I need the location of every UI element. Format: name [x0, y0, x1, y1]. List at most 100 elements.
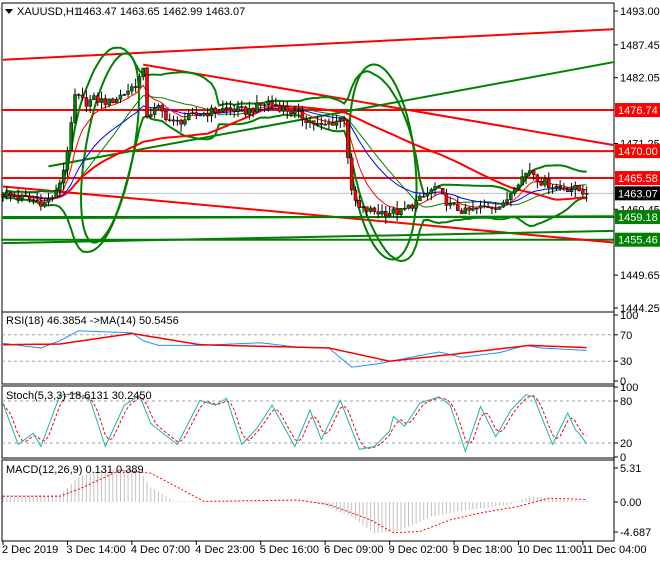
candle-body — [388, 213, 391, 216]
candle-body — [369, 208, 372, 212]
candle-body — [384, 211, 387, 216]
candle-body — [153, 108, 156, 114]
candle-body — [282, 107, 285, 112]
candle-body — [146, 68, 149, 117]
level-tag-label: 1476.74 — [618, 105, 658, 117]
candle-body — [453, 203, 456, 204]
time-tick-label: 5 Dec 16:00 — [260, 544, 319, 556]
candle-body — [5, 193, 8, 197]
candle-body — [183, 120, 186, 124]
candle-body — [297, 111, 300, 112]
candle-body — [460, 211, 463, 214]
axis-tick-label: 30 — [620, 356, 632, 368]
candle-body — [494, 209, 497, 210]
candle-body — [570, 190, 573, 192]
candle-body — [362, 207, 365, 208]
candle-body — [74, 95, 77, 123]
candle-body — [434, 187, 437, 190]
axis-tick-label: 100 — [620, 382, 638, 394]
candle-body — [502, 203, 505, 207]
candle-body — [418, 196, 421, 201]
candle-body — [547, 179, 550, 188]
level-tag-label: 1459.18 — [618, 212, 658, 224]
candle-body — [308, 121, 311, 123]
candle-body — [335, 121, 338, 125]
chart-header: XAUUSD,H1 1463.47 1463.65 1462.99 1463.0… — [5, 6, 245, 18]
time-tick-label: 4 Dec 07:00 — [131, 544, 190, 556]
candle-body — [536, 175, 539, 181]
candle-body — [244, 107, 247, 115]
candle-body — [479, 206, 482, 208]
candle-body — [422, 196, 425, 197]
candle-body — [346, 120, 349, 157]
candle-body — [324, 124, 327, 125]
candle-body — [70, 123, 73, 151]
candle-body — [316, 123, 319, 124]
candle-body — [24, 195, 27, 196]
candle-body — [36, 200, 39, 201]
candle-body — [490, 208, 493, 209]
candle-body — [468, 208, 471, 210]
candle-body — [267, 102, 270, 105]
candle-body — [58, 183, 61, 191]
candle-body — [373, 208, 376, 212]
candle-body — [301, 111, 304, 119]
candle-body — [229, 108, 232, 109]
candle-body — [343, 118, 346, 120]
candle-body — [415, 201, 418, 209]
candle-body — [161, 105, 164, 111]
candle-body — [365, 207, 368, 212]
candle-body — [111, 99, 114, 103]
candle-body — [32, 200, 35, 201]
rsi-label: RSI(18) 46.3854 ->MA(14) 50.5456 — [6, 315, 179, 327]
candle-body — [66, 150, 69, 170]
candle-body — [506, 200, 509, 203]
trading-chart[interactable]: 1493.001487.451482.051471.251460.451449.… — [0, 0, 660, 560]
time-tick-label: 11 Dec 04:00 — [582, 544, 647, 556]
candle-body — [176, 120, 179, 121]
candle-body — [236, 107, 239, 112]
candle-body — [28, 197, 31, 200]
candle-body — [233, 109, 236, 112]
candle-body — [218, 111, 221, 112]
candle-body — [286, 107, 289, 112]
candle-body — [255, 103, 258, 112]
candle-body — [55, 191, 58, 198]
time-tick-label: 9 Dec 02:00 — [389, 544, 448, 556]
candle-body — [202, 113, 205, 115]
time-axis: 2 Dec 20193 Dec 14:004 Dec 07:004 Dec 23… — [2, 541, 646, 556]
candle-body — [430, 190, 433, 194]
candle-body — [566, 189, 569, 191]
candle-body — [108, 99, 111, 105]
axis-tick-label: 80 — [620, 396, 632, 408]
stoch-label: Stoch(5,3,3) 18.6131 30.2450 — [6, 390, 152, 402]
candle-body — [47, 199, 50, 202]
candle-body — [43, 202, 46, 206]
candle-body — [119, 95, 122, 99]
candle-body — [562, 188, 565, 190]
candle-body — [525, 173, 528, 177]
candle-body — [551, 188, 554, 189]
candle-body — [358, 200, 361, 207]
candle-body — [411, 205, 414, 208]
candle-body — [540, 181, 543, 185]
candle-body — [115, 99, 118, 103]
candle-body — [221, 108, 224, 111]
candle-body — [487, 206, 490, 207]
axis-tick-label: -4.687 — [620, 527, 651, 539]
candle-body — [305, 119, 308, 122]
candle-body — [252, 108, 255, 112]
candle-body — [39, 201, 42, 206]
time-tick-label: 10 Dec 11:00 — [517, 544, 582, 556]
candle-body — [104, 99, 107, 105]
candle-body — [100, 99, 103, 103]
candle-body — [142, 68, 145, 77]
candle-body — [445, 193, 448, 205]
chart-background — [0, 0, 660, 560]
candle-body — [187, 113, 190, 119]
candle-body — [271, 102, 274, 105]
candle-body — [399, 209, 402, 215]
level-tag-label: 1455.46 — [618, 235, 658, 247]
axis-tick-label: 100 — [620, 310, 638, 322]
candle-body — [248, 108, 251, 114]
